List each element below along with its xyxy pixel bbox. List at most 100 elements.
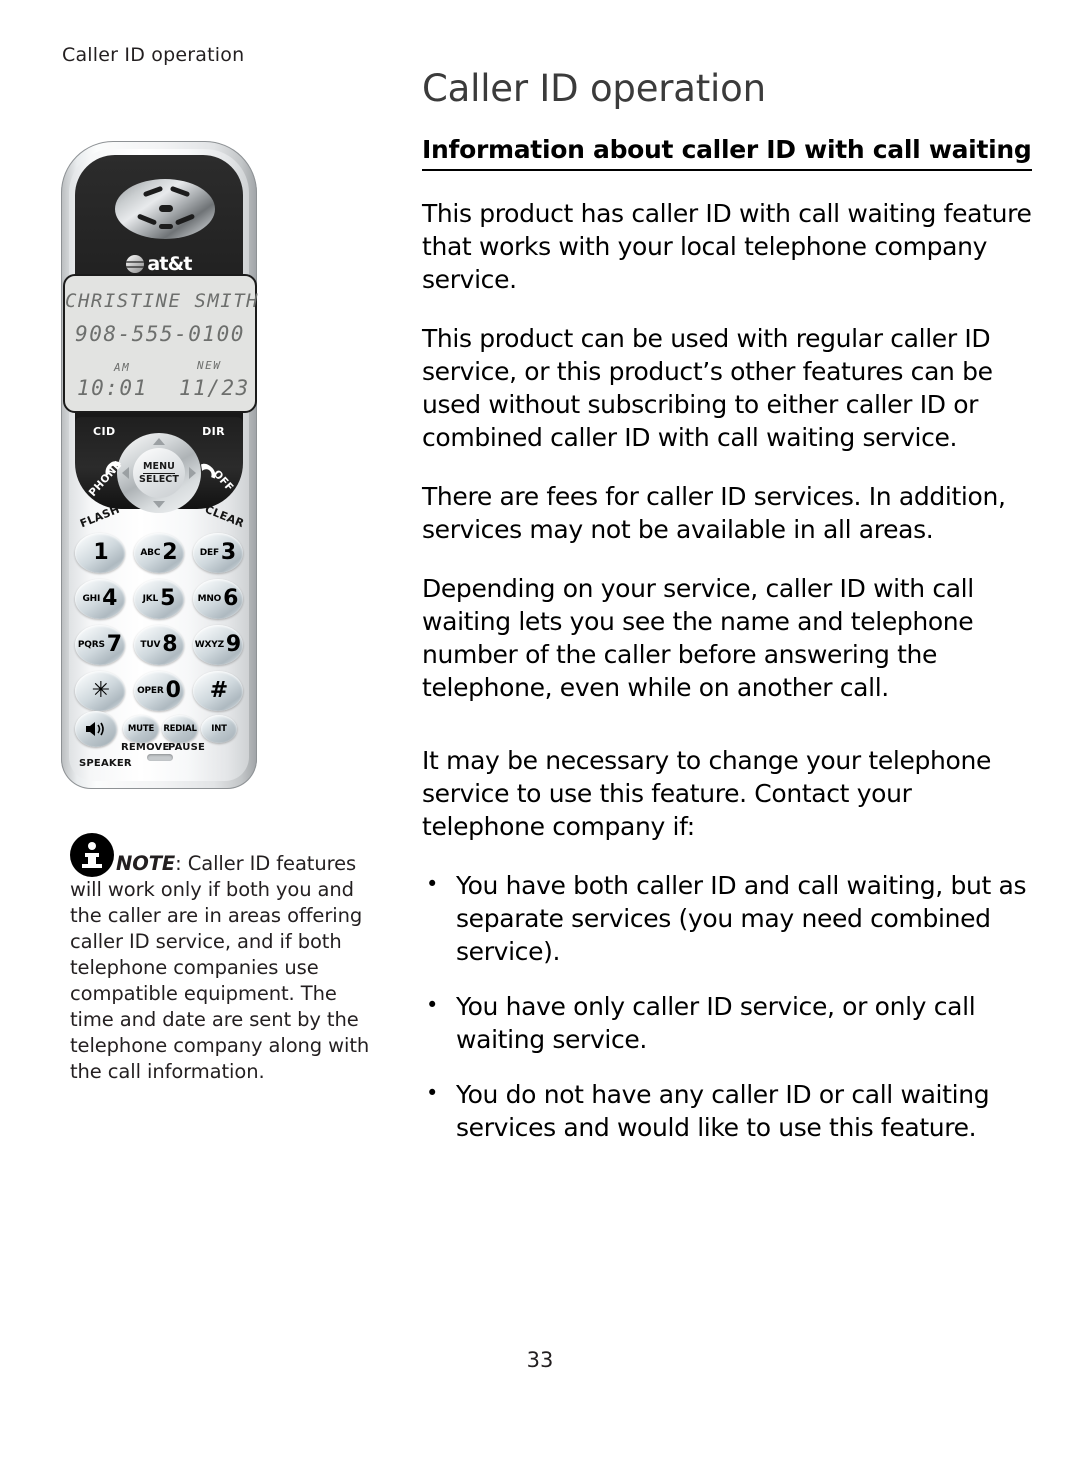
handset-lcd-display: CHRISTINE SMITH 908-555-0100 AM NEW 10:0… [63,274,260,413]
key-letters: WXYZ [194,640,224,650]
keypad-key-9: WXYZ 9 [193,625,243,665]
note-lead-label: NOTE [116,852,176,875]
lcd-date: 11/23 [179,376,250,400]
info-icon [70,833,114,877]
lcd-ampm: AM [114,361,131,374]
speaker-button [75,711,117,747]
off-button-label: OFF [210,468,236,494]
key-letters: TUV [140,640,161,650]
redial-button: REDIAL [162,715,198,743]
att-wordmark: at&t [147,253,192,275]
key-digit: 6 [223,586,239,611]
earpiece-slot [169,185,191,198]
page-title: Caller ID operation [422,67,766,110]
key-letters: GHI [82,594,101,604]
paragraph-4: Depending on your service, caller ID wit… [422,573,974,702]
info-icon-dot [88,842,96,850]
nav-up-arrow-icon [153,438,165,445]
earpiece-slot [159,205,173,212]
mute-label: MUTE [127,724,155,734]
keypad-key-6: MNO 6 [193,579,243,619]
earpiece-slot [159,224,173,229]
key-digit: 0 [165,678,181,703]
bullet-item: You have both caller ID and call waiting… [422,868,1032,968]
section-title: Information about caller ID with call wa… [422,135,1032,171]
key-digit: 4 [102,586,118,611]
bullet-item: You do not have any caller ID or call wa… [422,1077,1032,1144]
pause-button-label: PAUSE [168,742,205,753]
navigation-ring: MENU SELECT [117,433,201,513]
key-digit: 2 [162,540,178,565]
nav-left-arrow-icon [122,467,129,479]
lcd-caller-name: CHRISTINE SMITH [65,290,260,312]
key-digit: 7 [106,632,123,657]
int-button: INT [201,715,237,743]
keypad-key-1: 1 [75,533,125,573]
keypad-key-3: DEF 3 [193,533,243,573]
key-digit: ✳ [91,678,111,703]
microphone-slot [147,754,173,761]
nav-down-arrow-icon [153,501,165,508]
mute-button: MUTE [123,715,159,743]
keypad-row: 1 ABC 2 DEF 3 [75,533,243,573]
handset-keypad: 1 ABC 2 DEF 3 GHI 4 JKL 5 MNO 6 PQRS 7 TUV 8 WX… [75,533,243,717]
keypad-key-pound: # [193,671,243,711]
key-digit: 1 [93,540,109,565]
keypad-row: ✳ OPER 0 # [75,671,243,711]
keypad-row: PQRS 7 TUV 8 WXYZ 9 [75,625,243,665]
note-text: NOTE: Caller ID features will work only … [70,833,370,1085]
att-brand-logo: at&t [75,253,243,275]
key-digit: 3 [220,540,237,565]
keypad-key-8: TUV 8 [134,625,184,665]
key-digit: 8 [162,632,178,657]
keypad-row: GHI 4 JKL 5 MNO 6 [75,579,243,619]
menu-label: MENU [142,461,175,474]
paragraph-3: There are fees for caller ID services. I… [422,481,1006,544]
bullet-item: You have only caller ID service, or only… [422,989,1032,1056]
earpiece-slot [142,185,164,198]
key-digit: # [209,678,229,703]
key-digit: 5 [160,586,176,611]
keypad-key-5: JKL 5 [134,579,184,619]
paragraph-5: It may be necessary to change your telep… [422,745,991,841]
cordless-handset-illustration: at&t CHRISTINE SMITH 908-555-0100 AM NEW… [55,141,265,791]
paragraph-1: This product has caller ID with call wai… [422,198,1032,294]
info-icon-serif-bottom [82,864,102,868]
lcd-time: 10:01 [77,376,148,400]
att-globe-icon [126,255,145,273]
nav-right-arrow-icon [189,467,196,479]
note-callout: NOTE: Caller ID features will work only … [70,833,370,1085]
lcd-caller-number: 908-555-0100 [75,322,245,346]
remove-button-label: REMOVE [121,742,170,753]
key-digit: 9 [225,632,242,657]
select-label: SELECT [139,474,179,485]
int-label: INT [211,724,227,734]
paragraph-2: This product can be used with regular ca… [422,323,993,452]
speaker-icon [86,722,104,736]
earpiece-slot [136,213,158,226]
main-content-column: Caller ID operation Information about ca… [422,67,1032,1166]
lcd-new-indicator: NEW [197,359,222,372]
key-letters: JKL [142,594,159,604]
key-letters: OPER [137,686,164,696]
key-letters: MNO [197,594,222,604]
keypad-key-star: ✳ [75,671,125,711]
note-body: Caller ID features will work only if bot… [70,852,370,1083]
page-number: 33 [526,1348,554,1372]
earpiece-speaker-icon [115,179,215,239]
speaker-button-label: SPEAKER [79,758,132,769]
key-letters: DEF [199,548,219,558]
requirements-bullet-list: You have both caller ID and call waiting… [422,868,1032,1144]
keypad-key-4: GHI 4 [75,579,125,619]
key-letters: PQRS [77,640,105,650]
running-header: Caller ID operation [62,44,245,66]
earpiece-slot [174,213,196,226]
keypad-key-0: OPER 0 [134,671,184,711]
cid-button-label: CID [93,425,116,438]
keypad-key-2: ABC 2 [134,533,184,573]
menu-select-button: MENU SELECT [133,448,185,498]
key-letters: ABC [140,548,161,558]
redial-label: REDIAL [163,724,197,734]
handset-navigation-panel: CID DIR MENU SELECT PHONE OFF [75,417,243,513]
keypad-key-7: PQRS 7 [75,625,125,665]
